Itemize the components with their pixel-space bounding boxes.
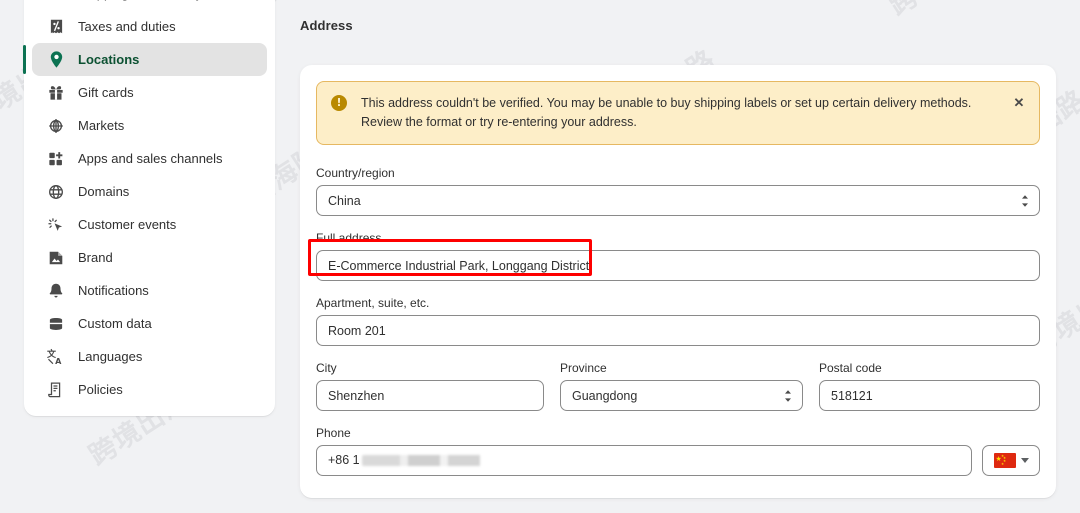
close-icon[interactable]: ✕ (1011, 95, 1027, 111)
location-pin-icon (46, 50, 66, 70)
sidebar-item-languages[interactable]: 文A Languages (32, 340, 267, 373)
sidebar-item-label: Notifications (78, 283, 149, 298)
country-label: Country/region (316, 166, 395, 180)
page-title: Address (300, 18, 353, 33)
sidebar-item-notifications[interactable]: Notifications (32, 274, 267, 307)
receipt-percent-icon (46, 17, 66, 37)
globe-target-icon (46, 116, 66, 136)
sidebar-item-customer-events[interactable]: Customer events (32, 208, 267, 241)
city-province-postal-row: City Province Postal code (316, 360, 1040, 425)
phone-country-selector[interactable]: ★ ★ ★ ★ ★ (982, 445, 1040, 476)
province-field: Province (560, 360, 803, 411)
brand-image-icon (46, 248, 66, 268)
phone-value-text: +86 1 (328, 453, 360, 467)
postal-code-input[interactable] (819, 380, 1040, 411)
apps-plus-icon (46, 149, 66, 169)
sidebar-item-label: Taxes and duties (78, 19, 176, 34)
chevron-down-icon (1020, 458, 1029, 463)
province-label: Province (560, 361, 607, 375)
globe-icon (46, 182, 66, 202)
sidebar-item-apps-and-sales-channels[interactable]: Apps and sales channels (32, 142, 267, 175)
translate-icon: 文A (46, 347, 66, 367)
sidebar-item-taxes-and-duties[interactable]: Taxes and duties (32, 10, 267, 43)
truck-icon (46, 0, 66, 4)
sidebar-item-label: Apps and sales channels (78, 151, 223, 166)
city-field: City (316, 360, 544, 411)
svg-text:A: A (55, 356, 62, 366)
settings-sidebar: Customer accounts Shipping and delivery … (23, 0, 275, 416)
sidebar-item-label: Domains (78, 184, 130, 199)
sidebar-item-label: Custom data (78, 316, 152, 331)
sidebar-item-label: Brand (78, 250, 113, 265)
phone-field: Phone +86 1 ★ ★ ★ ★ ★ (316, 425, 1040, 476)
full-address-input[interactable] (316, 250, 1040, 281)
city-label: City (316, 361, 337, 375)
document-legal-icon (46, 380, 66, 400)
full-address-label: Full address (316, 231, 382, 245)
banner-message: This address couldn't be verified. You m… (361, 96, 972, 129)
app-root: Customer accounts Shipping and delivery … (0, 0, 1080, 513)
apartment-input[interactable] (316, 315, 1040, 346)
sidebar-item-label: Languages (78, 349, 143, 364)
phone-row: +86 1 ★ ★ ★ ★ ★ (316, 445, 1040, 476)
postal-code-label: Postal code (819, 361, 882, 375)
bell-icon (46, 281, 66, 301)
full-address-field: Full address (316, 230, 1040, 281)
city-input[interactable] (316, 380, 544, 411)
phone-masked-digits (361, 455, 494, 466)
sidebar-item-label: Customer events (78, 217, 177, 232)
sidebar-item-gift-cards[interactable]: Gift cards (32, 76, 267, 109)
sidebar-item-shipping-and-delivery[interactable]: Shipping and delivery (32, 0, 267, 10)
country-select-wrap[interactable] (316, 185, 1040, 216)
phone-input-wrap[interactable]: +86 1 (316, 445, 972, 476)
sidebar-item-brand[interactable]: Brand (32, 241, 267, 274)
cursor-sparkle-icon (46, 215, 66, 235)
sidebar-item-custom-data[interactable]: Custom data (32, 307, 267, 340)
sidebar-item-locations[interactable]: Locations (23, 43, 267, 76)
apartment-field: Apartment, suite, etc. (316, 295, 1040, 346)
sidebar-item-markets[interactable]: Markets (32, 109, 267, 142)
province-select[interactable] (560, 380, 803, 411)
apartment-label: Apartment, suite, etc. (316, 296, 430, 310)
sidebar-item-label: Markets (78, 118, 125, 133)
china-flag-icon: ★ ★ ★ ★ ★ (993, 453, 1016, 468)
address-verification-banner: ! This address couldn't be verified. You… (316, 81, 1040, 145)
database-icon (46, 314, 66, 334)
sidebar-item-policies[interactable]: Policies (32, 373, 267, 406)
phone-input[interactable]: +86 1 (316, 445, 972, 476)
country-select[interactable] (316, 185, 1040, 216)
alert-circle-icon: ! (331, 95, 347, 111)
sidebar-item-label: Policies (78, 382, 123, 397)
postal-code-field: Postal code (819, 360, 1040, 411)
phone-label: Phone (316, 426, 351, 440)
main-content: Address ! This address couldn't be verif… (300, 0, 1056, 498)
sidebar-item-label: Locations (78, 52, 140, 67)
province-select-wrap[interactable] (560, 380, 803, 411)
sidebar-item-label: Gift cards (78, 85, 134, 100)
sidebar-item-domains[interactable]: Domains (32, 175, 267, 208)
address-card: ! This address couldn't be verified. You… (300, 65, 1056, 498)
gift-icon (46, 83, 66, 103)
country-field: Country/region (316, 165, 1040, 216)
